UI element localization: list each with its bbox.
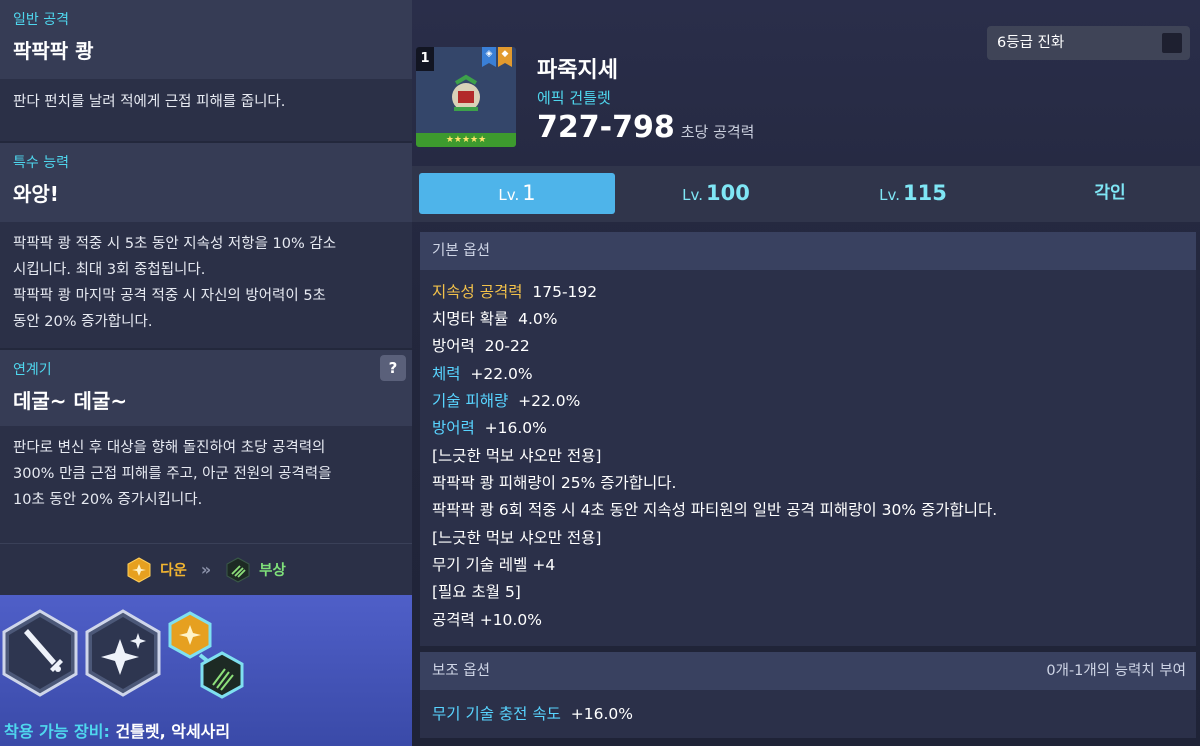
sub-options-header: 보조 옵션 0개-1개의 능력치 부여 (420, 652, 1196, 690)
sub-options-panel: 보조 옵션 0개-1개의 능력치 부여 무기 기술 충전 속도 +16.0% (420, 652, 1196, 738)
normal-attack-desc-box: 판다 펀치를 날려 적에게 근접 피해를 줍니다. (0, 79, 412, 141)
equippable-value: 건틀렛, 악세사리 (115, 722, 231, 741)
special-desc-box: 팍팍팍 쾅 적중 시 5초 동안 지속성 저항을 10% 감소 시킵니다. 최대… (0, 222, 412, 348)
evolve-toggle[interactable]: 6등급 진화 (987, 26, 1190, 60)
tab-level: 115 (903, 181, 947, 205)
option-note: [느긋한 먹보 샤오만 전용] (432, 529, 602, 547)
evolve-checkbox[interactable] (1162, 33, 1182, 53)
normal-attack-header: 일반 공격 팍팍팍 쾅 (0, 0, 412, 79)
sword-skill-icon[interactable] (2, 609, 78, 697)
option-note: 공격력 +10.0% (432, 611, 542, 629)
option-row: 방어력 +16.0% (432, 416, 547, 438)
injury-status-icon (226, 556, 250, 583)
chain-desc-line: 판다로 변신 후 대상을 향해 돌진하여 초당 공격력의 (13, 440, 326, 456)
option-key: 방어력 (432, 337, 475, 355)
option-key: 치명타 확률 (432, 310, 509, 328)
skill-icons-area: 착용 가능 장비: 건틀렛, 악세사리 (0, 595, 412, 746)
option-value: +22.0% (470, 365, 533, 383)
down-chain-icon[interactable] (168, 611, 212, 659)
option-value: 175-192 (532, 283, 598, 301)
basic-options-header: 기본 옵션 (420, 232, 1196, 270)
option-row: 체력 +22.0% (432, 362, 533, 384)
level-tabbar: Lv. 1 Lv. 100 Lv. 115 각인 (412, 166, 1200, 222)
option-value: 20-22 (484, 337, 530, 355)
chain-arrow-icon: » (200, 560, 212, 579)
tab-prefix: Lv. (682, 186, 703, 204)
option-row: 치명타 확률 4.0% (432, 307, 557, 329)
option-row: 방어력 20-22 (432, 334, 530, 356)
sparkle-skill-icon[interactable] (85, 609, 161, 697)
special-desc-line: 팍팍팍 쾅 적중 시 5초 동안 지속성 저항을 10% 감소 (13, 236, 337, 252)
item-thumbnail: 1 ◈ ◆ ★★★★★ (416, 47, 516, 147)
option-value: +16.0% (570, 705, 633, 723)
help-button[interactable]: ? (380, 355, 406, 381)
option-note: [필요 초월 5] (432, 583, 521, 601)
equippable-label: 착용 가능 장비: (4, 722, 110, 741)
special-desc-line: 동안 20% 증가합니다. (13, 314, 153, 330)
option-key: 지속성 공격력 (432, 283, 523, 301)
item-stars: ★★★★★ (416, 133, 516, 147)
item-attack: 727-798 초당 공격력 (537, 110, 754, 145)
chain-condition-row: 다운 » 부상 (0, 543, 412, 595)
sub-option-row: 무기 기술 충전 속도 +16.0% (432, 702, 633, 724)
normal-attack-title: 팍팍팍 쾅 (13, 39, 94, 63)
option-note: 팍팍팍 쾅 피해량이 25% 증가합니다. (432, 474, 677, 492)
sub-options-title: 보조 옵션 (432, 663, 490, 679)
option-value: +16.0% (484, 419, 547, 437)
special-desc-line: 시킵니다. 최대 3회 중첩됩니다. (13, 262, 206, 278)
special-category: 특수 능력 (13, 155, 69, 171)
chain-desc-box: 판다로 변신 후 대상을 향해 돌진하여 초당 공격력의 300% 만큼 근접 … (0, 426, 412, 543)
chain-desc-line: 10초 동안 20% 증가시킵니다. (13, 492, 203, 508)
option-row: 기술 피해량 +22.0% (432, 389, 580, 411)
attack-unit: 초당 공격력 (680, 123, 755, 141)
option-key: 기술 피해량 (432, 392, 509, 410)
chain-title: 데굴~ 데굴~ (13, 389, 128, 413)
tab-level: 100 (706, 181, 750, 205)
special-title: 와앙! (13, 182, 59, 206)
gauntlet-icon (452, 74, 480, 111)
item-name: 파죽지세 (537, 58, 618, 83)
special-desc-line: 팍팍팍 쾅 마지막 공격 적중 시 자신의 방어력이 5초 (13, 288, 326, 304)
sub-options-note: 0개-1개의 능력치 부여 (1046, 663, 1186, 679)
item-type: 에픽 건틀렛 (537, 89, 611, 107)
chain-desc-line: 300% 만큼 근접 피해를 주고, 아군 전원의 공격력을 (13, 466, 332, 482)
option-value: 4.0% (518, 310, 558, 328)
option-note: 팍팍팍 쾅 6회 적중 시 4초 동안 지속성 파티원의 일반 공격 피해량이 … (432, 501, 998, 519)
option-note: [느긋한 먹보 샤오만 전용] (432, 447, 602, 465)
injury-chain-icon[interactable] (200, 651, 244, 699)
normal-attack-desc: 판다 펀치를 날려 적에게 근접 피해를 줍니다. (13, 94, 286, 110)
tab-engrave[interactable]: 각인 (1012, 173, 1200, 214)
option-key: 무기 기술 충전 속도 (432, 705, 561, 723)
option-key: 방어력 (432, 419, 475, 437)
down-status-icon (127, 556, 151, 583)
injury-status-label: 부상 (259, 563, 286, 579)
option-row: 지속성 공격력 175-192 (432, 280, 597, 302)
tab-level: 1 (522, 181, 536, 205)
special-header: 특수 능력 와앙! (0, 141, 412, 222)
option-value: +22.0% (518, 392, 581, 410)
tab-prefix: Lv. (498, 186, 520, 204)
chain-header: 연계기 데굴~ 데굴~ (0, 348, 412, 426)
evolve-label: 6등급 진화 (997, 35, 1065, 51)
option-note: 무기 기술 레벨 +4 (432, 556, 556, 574)
attack-value: 727-798 (537, 110, 675, 145)
chain-category: 연계기 (13, 362, 52, 378)
down-status-label: 다운 (160, 563, 187, 579)
normal-attack-category: 일반 공격 (13, 12, 69, 28)
tab-lv-1[interactable]: Lv. 1 (419, 173, 615, 214)
tab-lv-100[interactable]: Lv. 100 (618, 173, 814, 214)
equippable-gear: 착용 가능 장비: 건틀렛, 악세사리 (4, 718, 230, 742)
item-detail-panel: 1 ◈ ◆ ★★★★★ 파죽지세 에픽 건틀렛 727-798 초당 공격력 6등… (412, 0, 1200, 746)
skill-panel: 일반 공격 팍팍팍 쾅 판다 펀치를 날려 적에게 근접 피해를 줍니다. 특수… (0, 0, 412, 746)
basic-options-panel: 기본 옵션 지속성 공격력 175-192 치명타 확률 4.0% 방어력 20… (420, 232, 1196, 646)
tab-engrave-label: 각인 (1094, 183, 1126, 203)
tab-lv-115[interactable]: Lv. 115 (815, 173, 1011, 214)
tab-prefix: Lv. (879, 186, 900, 204)
option-key: 체력 (432, 365, 461, 383)
